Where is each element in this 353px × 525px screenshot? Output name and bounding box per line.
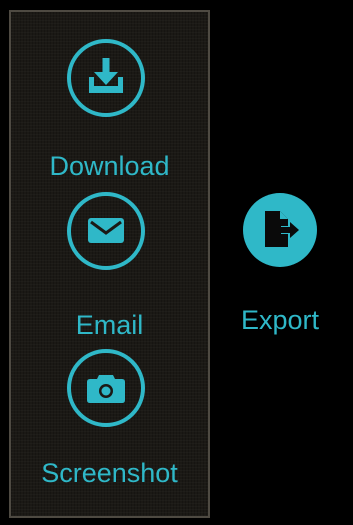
download-label: Download bbox=[49, 151, 170, 181]
envelope-icon bbox=[67, 192, 145, 270]
export-label: Export bbox=[240, 305, 320, 335]
export-button[interactable]: Export bbox=[240, 193, 340, 343]
export-file-icon bbox=[243, 193, 317, 267]
share-options-panel: Download Email Screenshot bbox=[9, 10, 210, 518]
email-button[interactable]: Email bbox=[11, 192, 208, 342]
email-label: Email bbox=[75, 310, 144, 340]
download-button[interactable]: Download bbox=[11, 37, 208, 187]
screenshot-button[interactable]: Screenshot bbox=[11, 347, 208, 497]
download-icon bbox=[67, 39, 145, 117]
share-menu-screen: Download Email Screenshot Export bbox=[0, 0, 353, 525]
screenshot-label: Screenshot bbox=[41, 458, 178, 488]
camera-icon bbox=[67, 349, 145, 427]
